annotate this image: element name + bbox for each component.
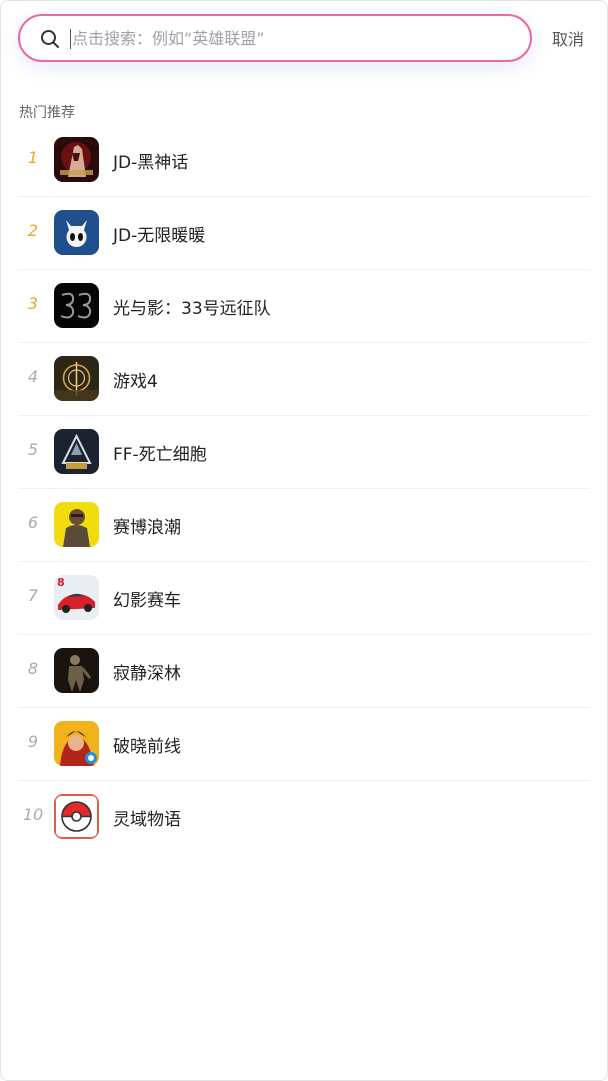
list-item[interactable]: 7 8 幻影赛车 — [18, 562, 590, 635]
rank-number: 9 — [27, 732, 39, 751]
game-name: 灵域物语 — [113, 810, 181, 830]
list-item[interactable]: 3 光与影：33号远征队 — [18, 270, 590, 343]
rank-number: 5 — [27, 440, 39, 459]
hot-recommend-title: 热门推荐 — [19, 105, 75, 121]
search-icon — [41, 30, 59, 48]
text-cursor — [70, 29, 71, 49]
list-item[interactable]: 4 游戏4 — [18, 343, 590, 416]
rank-number: 4 — [27, 367, 39, 386]
search-bar: 取消 — [18, 14, 590, 64]
rank-number: 2 — [27, 221, 39, 240]
game-icon-elden-ring — [54, 356, 99, 401]
game-name: JD-黑神话 — [113, 153, 189, 173]
game-name: FF-死亡细胞 — [113, 445, 207, 465]
rank-number: 3 — [27, 294, 39, 313]
game-icon-amg — [54, 429, 99, 474]
rank-number: 8 — [27, 659, 39, 678]
game-icon-pokeball — [54, 794, 99, 839]
game-name: 光与影：33号远征队 — [113, 299, 271, 319]
rank-number: 7 — [27, 586, 39, 605]
list-item[interactable]: 5 FF-死亡细胞 — [18, 416, 590, 489]
rank-number: 10 — [22, 805, 44, 824]
hot-recommend-list: 1 JD-黑神话 2 JD-无限暖暖 3 光与影：33号远征队 4 游戏4 5 … — [18, 124, 590, 853]
list-item[interactable]: 1 JD-黑神话 — [18, 124, 590, 197]
game-icon-soldier — [54, 502, 99, 547]
search-input[interactable] — [72, 16, 512, 60]
game-name: 破晓前线 — [113, 737, 181, 757]
list-item[interactable]: 6 赛博浪潮 — [18, 489, 590, 562]
game-icon-warrior — [54, 721, 99, 766]
rank-number: 6 — [27, 513, 39, 532]
game-icon-33 — [54, 283, 99, 328]
game-icon-forest-creature — [54, 648, 99, 693]
svg-text:8: 8 — [57, 576, 65, 589]
game-icon-racing-car: 8 — [54, 575, 99, 620]
list-item[interactable]: 8 寂静深林 — [18, 635, 590, 708]
list-item[interactable]: 9 破晓前线 — [18, 708, 590, 781]
game-name: 游戏4 — [113, 372, 158, 392]
search-box[interactable] — [18, 14, 532, 62]
game-icon-wukong — [54, 137, 99, 182]
game-name: 寂静深林 — [113, 664, 181, 684]
game-name: 幻影赛车 — [113, 591, 181, 611]
cancel-button[interactable]: 取消 — [552, 26, 584, 50]
list-item[interactable]: 2 JD-无限暖暖 — [18, 197, 590, 270]
game-icon-hollow-knight — [54, 210, 99, 255]
list-item[interactable]: 10 灵域物语 — [18, 781, 590, 853]
game-name: JD-无限暖暖 — [113, 226, 206, 246]
game-name: 赛博浪潮 — [113, 518, 181, 538]
rank-number: 1 — [27, 148, 39, 167]
